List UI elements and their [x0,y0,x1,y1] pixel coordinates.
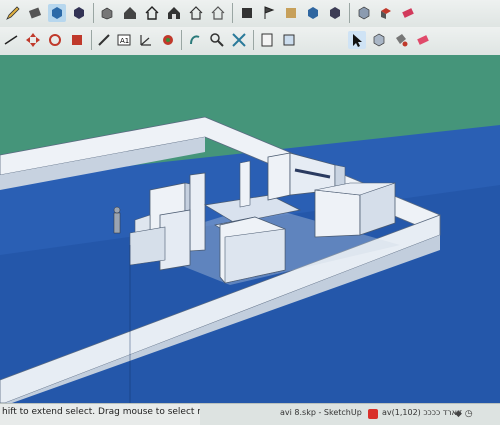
make-component-icon[interactable] [370,31,388,49]
eraser-2-icon[interactable] [414,31,432,49]
paint-bucket-icon[interactable] [392,31,410,49]
right-block [314,189,361,238]
scale-figure [113,212,121,234]
zoom-icon[interactable] [208,31,226,49]
taskbar: avi 8.skp - SketchUp av(1,102) זוארד כככ… [200,404,500,425]
move-icon[interactable] [24,31,42,49]
axes-icon[interactable] [137,31,155,49]
tape-measure-icon[interactable] [95,31,113,49]
orbit-icon[interactable] [159,31,177,49]
section-icon[interactable] [258,31,276,49]
push-pull-icon[interactable] [280,31,298,49]
toolbar-top [0,0,500,28]
flag-icon[interactable] [260,4,278,22]
hebrew-task-item[interactable]: av(1,102) זוארד ככככ [382,408,462,417]
x-ray-icon[interactable] [304,4,322,22]
zoom-extents-icon[interactable] [230,31,248,49]
home-icon[interactable] [143,4,161,22]
house-outline-icon[interactable] [165,4,183,22]
toolbar-tools: A1 [0,27,500,56]
cube-style-icon[interactable] [326,4,344,22]
rotate-icon[interactable] [46,31,64,49]
pan-icon[interactable] [186,31,204,49]
components-icon[interactable] [355,4,373,22]
status-bar: hift to extend select. Drag mouse to sel… [0,403,500,425]
select-pointer-icon[interactable] [348,31,366,49]
house-2-icon[interactable] [187,4,205,22]
svg-text:A1: A1 [120,37,129,45]
system-tray-icon[interactable]: ◆ ◷ [455,409,473,419]
gradient-icon[interactable] [282,4,300,22]
text-icon[interactable]: A1 [115,31,133,49]
folder-icon[interactable] [238,4,256,22]
eraser-tool-icon[interactable] [399,4,417,22]
cube-icon[interactable] [70,4,88,22]
back-room-wall [267,152,291,201]
house-3-icon[interactable] [209,4,227,22]
model-viewport[interactable] [0,55,500,403]
sketchup-app-icon[interactable] [368,409,378,419]
partition-left-b [189,172,206,252]
box-icon[interactable] [48,4,66,22]
eraser-icon[interactable] [26,4,44,22]
window-title-task[interactable]: avi 8.skp - SketchUp [280,408,362,417]
paint-icon[interactable] [377,4,395,22]
house-icon[interactable] [121,4,139,22]
iso-view-icon[interactable] [98,4,116,22]
scale-icon[interactable] [2,31,20,49]
pencil-icon[interactable] [4,4,22,22]
follow-me-icon[interactable] [68,31,86,49]
